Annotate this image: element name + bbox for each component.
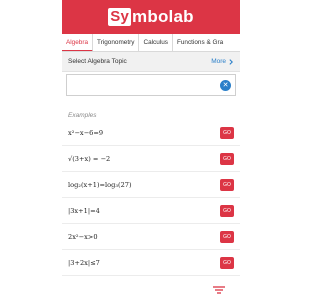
topic-tabs: Algebra Trigonometry Calculus Functions … bbox=[62, 34, 240, 52]
examples-label: Examples bbox=[68, 112, 97, 119]
tab-functions-graphs[interactable]: Functions & Gra bbox=[173, 34, 227, 51]
example-row[interactable]: |3+2x|≤7 GO bbox=[62, 250, 240, 276]
filter-menu-icon[interactable] bbox=[213, 286, 225, 296]
more-label: More bbox=[211, 58, 226, 65]
example-expression: x²−x−6=9 bbox=[68, 128, 104, 137]
tab-algebra[interactable]: Algebra bbox=[62, 34, 94, 51]
go-button[interactable]: GO bbox=[220, 256, 234, 269]
chevron-right-icon bbox=[229, 58, 233, 65]
go-button[interactable]: GO bbox=[220, 126, 234, 139]
math-input[interactable]: ✕ bbox=[66, 74, 236, 96]
tab-calculus[interactable]: Calculus bbox=[139, 34, 173, 51]
go-button[interactable]: GO bbox=[220, 204, 234, 217]
topic-bar: Select Algebra Topic More bbox=[62, 52, 240, 72]
symbolab-logo[interactable]: Sy mbolab bbox=[108, 7, 194, 27]
example-expression: |3x+1|=4 bbox=[68, 206, 100, 215]
more-link[interactable]: More bbox=[211, 58, 234, 65]
example-expression: 2x²−x>0 bbox=[68, 232, 98, 241]
go-button[interactable]: GO bbox=[220, 152, 234, 165]
go-button[interactable]: GO bbox=[220, 178, 234, 191]
example-row[interactable]: x²−x−6=9 GO bbox=[62, 120, 240, 146]
example-expression: √(3+x) = −2 bbox=[68, 154, 111, 163]
example-row[interactable]: log₂(x+1)=log₃(27) GO bbox=[62, 172, 240, 198]
example-expression: |3+2x|≤7 bbox=[68, 258, 100, 267]
example-row[interactable]: 2x²−x>0 GO bbox=[62, 224, 240, 250]
close-icon[interactable]: ✕ bbox=[220, 80, 231, 91]
go-button[interactable]: GO bbox=[220, 230, 234, 243]
example-row[interactable]: |3x+1|=4 GO bbox=[62, 198, 240, 224]
logo-text: mbolab bbox=[132, 7, 194, 26]
logo-box: Sy bbox=[108, 8, 132, 26]
example-expression: log₂(x+1)=log₃(27) bbox=[68, 180, 132, 189]
example-row[interactable]: √(3+x) = −2 GO bbox=[62, 146, 240, 172]
tab-trigonometry[interactable]: Trigonometry bbox=[93, 34, 140, 51]
phone-screen: Sy mbolab Algebra Trigonometry Calculus … bbox=[62, 0, 240, 300]
topic-title: Select Algebra Topic bbox=[68, 58, 127, 65]
app-header: Sy mbolab bbox=[62, 0, 240, 34]
